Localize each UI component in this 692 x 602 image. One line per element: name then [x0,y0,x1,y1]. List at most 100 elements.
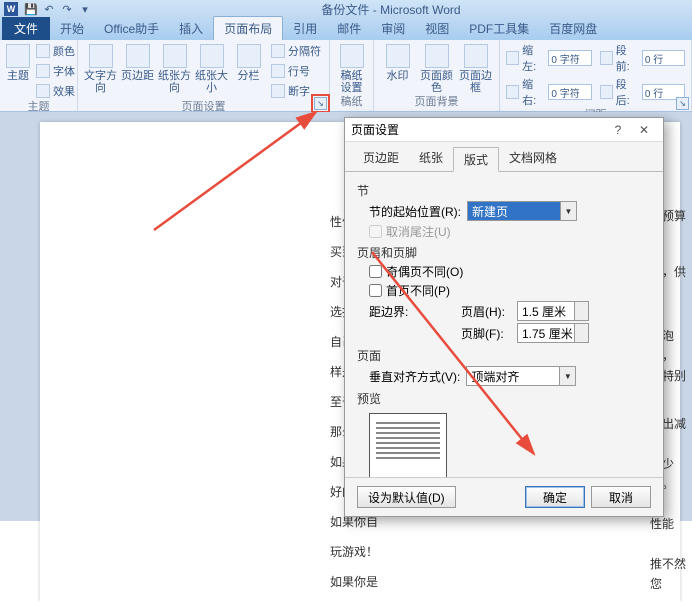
tab-insert[interactable]: 插入 [169,17,213,40]
chevron-down-icon: ▼ [560,202,576,220]
word-icon: W [4,2,18,16]
page-borders-label: 页面边框 [458,70,493,94]
theme-fonts-button[interactable]: 字体 [34,62,77,80]
suppress-endnotes-label: 取消尾注(U) [386,223,451,240]
suppress-endnotes-checkbox [369,225,382,238]
dialog-help-button[interactable]: ? [605,120,631,140]
columns-button[interactable]: 分栏 [232,42,265,82]
dialog-tab-paper[interactable]: 纸张 [409,146,453,171]
tab-pdf-tools[interactable]: PDF工具集 [459,17,539,40]
text-direction-label: 文字方向 [84,70,117,94]
orientation-button[interactable]: 纸张方向 [158,42,191,94]
margins-label: 页边距 [121,70,154,82]
tab-baidu-netdisk[interactable]: 百度网盘 [539,17,607,40]
dialog-title: 页面设置 [351,121,605,138]
line-numbers-button[interactable]: 行号 [269,62,323,80]
page-color-label: 页面颜色 [419,70,454,94]
size-icon [200,44,224,68]
first-page-diff-label: 首页不同(P) [386,282,450,299]
dialog-titlebar[interactable]: 页面设置 ? ✕ [345,118,663,142]
header-dist-label: 页眉(H): [461,303,511,320]
indent-right-input[interactable]: 0 字符 [548,84,591,100]
ribbon: 主题 颜色 字体 效果 主题 文字方向 页边距 纸张方向 纸张大小 分栏 分隔符… [0,40,692,112]
watermark-button[interactable]: 水印 [380,42,415,82]
section-start-combo[interactable]: 新建页 ▼ [467,201,577,221]
qat-save-icon[interactable]: 💾 [22,1,40,17]
page-color-icon [425,44,449,68]
line-numbers-icon [271,64,285,78]
manuscript-label: 稿纸 设置 [341,70,363,94]
themes-button[interactable]: 主题 [6,42,30,82]
chevron-down-icon: ▼ [559,367,575,385]
dialog-tab-grid[interactable]: 文档网格 [499,146,567,171]
text-direction-icon [89,44,113,68]
theme-fonts-label: 字体 [53,63,75,79]
valign-combo[interactable]: 顶端对齐 ▼ [466,366,576,386]
indent-right-label: 缩右: [522,76,545,108]
spinner-icon[interactable] [574,324,588,342]
tab-review[interactable]: 审阅 [371,17,415,40]
header-dist-input[interactable]: 1.5 厘米 [517,301,589,321]
theme-effects-button[interactable]: 效果 [34,82,77,100]
dialog-button-row: 设为默认值(D) 确定 取消 [345,477,663,516]
page-borders-icon [464,44,488,68]
qat-undo-icon[interactable]: ↶ [40,1,58,17]
text-direction-button[interactable]: 文字方向 [84,42,117,94]
ribbon-tabs: 文件 开始 Office助手 插入 页面布局 引用 邮件 审阅 视图 PDF工具… [0,18,692,40]
watermark-label: 水印 [387,70,409,82]
effects-icon [36,84,50,98]
spinner-icon[interactable] [574,302,588,320]
set-default-button[interactable]: 设为默认值(D) [357,486,456,508]
title-bar: W 💾 ↶ ↷ ▾ 备份文件 - Microsoft Word [0,0,692,18]
tab-page-layout[interactable]: 页面布局 [213,16,283,40]
themes-label: 主题 [7,70,29,82]
ok-button[interactable]: 确定 [525,486,585,508]
first-page-diff-checkbox[interactable] [369,284,382,297]
footer-dist-input[interactable]: 1.75 厘米 [517,323,589,343]
dialog-close-button[interactable]: ✕ [631,120,657,140]
qat-customize-icon[interactable]: ▾ [76,1,94,17]
from-edge-label: 距边界: [369,303,455,320]
preview-label: 预览 [357,390,651,407]
space-before-icon [600,51,613,65]
breaks-button[interactable]: 分隔符 [269,42,323,60]
odd-even-diff-checkbox[interactable] [369,265,382,278]
tab-office-helper[interactable]: Office助手 [94,17,169,40]
watermark-icon [386,44,410,68]
theme-colors-button[interactable]: 颜色 [34,42,77,60]
section-start-label: 节的起始位置(R): [369,203,461,220]
space-after-label: 段后: [616,76,639,108]
tab-view[interactable]: 视图 [415,17,459,40]
margins-icon [126,44,150,68]
orientation-icon [163,44,187,68]
preview-thumbnail [369,413,447,477]
dialog-tab-margins[interactable]: 页边距 [353,146,409,171]
page-color-button[interactable]: 页面颜色 [419,42,454,94]
dialog-tab-layout[interactable]: 版式 [453,147,499,172]
margins-button[interactable]: 页边距 [121,42,154,82]
indent-left-label: 缩左: [522,42,545,74]
orientation-label: 纸张方向 [158,70,191,94]
size-button[interactable]: 纸张大小 [195,42,228,94]
indent-left-input[interactable]: 0 字符 [548,50,591,66]
cancel-button[interactable]: 取消 [591,486,651,508]
indent-right-icon [506,85,519,99]
page-borders-button[interactable]: 页面边框 [458,42,493,94]
tab-references[interactable]: 引用 [283,17,327,40]
space-before-input[interactable]: 0 行 [642,50,685,66]
qat-redo-icon[interactable]: ↷ [58,1,76,17]
page-setup-launcher[interactable]: ↘ [314,97,327,110]
tab-file[interactable]: 文件 [2,17,50,40]
odd-even-diff-label: 奇偶页不同(O) [386,263,463,280]
headers-group-label: 页眉和页脚 [357,244,651,261]
valign-value: 顶端对齐 [471,368,519,385]
tab-mailings[interactable]: 邮件 [327,17,371,40]
indent-left-icon [506,51,519,65]
tab-home[interactable]: 开始 [50,17,94,40]
manuscript-button[interactable]: 稿纸 设置 [336,42,367,94]
section-start-value: 新建页 [472,203,508,220]
hyphenation-label: 断字 [288,83,310,99]
font-icon [36,64,50,78]
breaks-label: 分隔符 [288,43,321,59]
paragraph-launcher[interactable]: ↘ [676,97,689,110]
